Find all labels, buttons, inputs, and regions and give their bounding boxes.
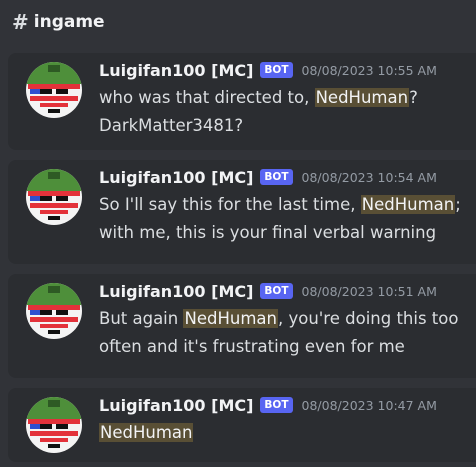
avatar[interactable] — [26, 62, 82, 118]
avatar[interactable] — [26, 169, 82, 225]
avatar-image — [26, 169, 82, 225]
bot-badge: BOT — [260, 397, 293, 413]
message-content: So I'll say this for the last time, NedH… — [99, 191, 469, 247]
message-item[interactable]: Luigifan100 [MC] BOT 08/08/2023 10:51 AM… — [8, 274, 476, 378]
message-content: who was that directed to, NedHuman? Dark… — [99, 84, 469, 140]
message-timestamp: 08/08/2023 10:51 AM — [301, 283, 437, 299]
avatar-image — [26, 62, 82, 118]
channel-header: # ingame — [0, 0, 476, 44]
author-name[interactable]: Luigifan100 [MC] — [99, 61, 253, 80]
message-text: who was that directed to, — [99, 88, 315, 107]
message-timestamp: 08/08/2023 10:47 AM — [301, 397, 437, 413]
avatar[interactable] — [26, 397, 82, 453]
message-item[interactable]: Luigifan100 [MC] BOT 08/08/2023 10:55 AM… — [8, 53, 476, 150]
message-item[interactable]: Luigifan100 [MC] BOT 08/08/2023 10:47 AM… — [8, 388, 476, 462]
user-mention[interactable]: NedHuman — [183, 309, 278, 328]
bot-badge: BOT — [260, 169, 293, 185]
message-content: But again NedHuman, you're doing this to… — [99, 305, 469, 361]
message-text: So I'll say this for the last time, — [99, 195, 361, 214]
author-name[interactable]: Luigifan100 [MC] — [99, 168, 253, 187]
bot-badge: BOT — [260, 283, 293, 299]
channel-hash-icon: # — [12, 10, 29, 34]
message-item[interactable]: Luigifan100 [MC] BOT 08/08/2023 10:54 AM… — [8, 160, 476, 264]
message-content: NedHuman — [99, 419, 469, 447]
author-name[interactable]: Luigifan100 [MC] — [99, 282, 253, 301]
message-timestamp: 08/08/2023 10:54 AM — [301, 169, 437, 185]
avatar-image — [26, 397, 82, 453]
avatar[interactable] — [26, 283, 82, 339]
avatar-image — [26, 283, 82, 339]
user-mention[interactable]: NedHuman — [314, 88, 410, 107]
author-name[interactable]: Luigifan100 [MC] — [99, 396, 253, 415]
user-mention[interactable]: NedHuman — [360, 195, 456, 214]
message-text: But again — [99, 309, 184, 328]
message-timestamp: 08/08/2023 10:55 AM — [301, 62, 437, 78]
bot-badge: BOT — [260, 62, 293, 78]
channel-name[interactable]: ingame — [34, 12, 105, 32]
user-mention[interactable]: NedHuman — [99, 423, 194, 442]
